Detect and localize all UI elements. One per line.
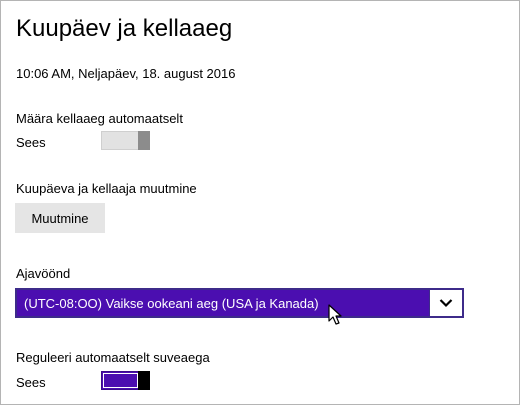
toggle-fill bbox=[103, 373, 138, 388]
change-datetime-label: Kuupäeva ja kellaaja muutmine bbox=[16, 181, 197, 196]
auto-dst-state: Sees bbox=[16, 375, 46, 390]
auto-dst-toggle[interactable] bbox=[101, 371, 150, 390]
change-datetime-button[interactable]: Muutmine bbox=[15, 203, 105, 233]
auto-time-toggle[interactable] bbox=[101, 131, 150, 150]
current-datetime: 10:06 AM, Neljapäev, 18. august 2016 bbox=[16, 66, 236, 81]
auto-time-label: Määra kellaaeg automaatselt bbox=[16, 111, 183, 126]
chevron-down-icon bbox=[439, 299, 453, 308]
dropdown-arrow-button[interactable] bbox=[429, 290, 462, 316]
settings-panel: Kuupäev ja kellaaeg 10:06 AM, Neljapäev,… bbox=[0, 0, 520, 405]
toggle-thumb bbox=[138, 131, 150, 150]
page-title: Kuupäev ja kellaaeg bbox=[16, 15, 233, 42]
auto-dst-label: Reguleeri automaatselt suveaega bbox=[16, 350, 210, 365]
timezone-selected-value: (UTC-08:OO) Vaikse ookeani aeg (USA ja K… bbox=[24, 296, 319, 311]
timezone-label: Ajavöönd bbox=[16, 266, 71, 281]
toggle-thumb bbox=[138, 371, 150, 390]
timezone-dropdown[interactable]: (UTC-08:OO) Vaikse ookeani aeg (USA ja K… bbox=[15, 288, 464, 318]
auto-time-state: Sees bbox=[16, 135, 46, 150]
